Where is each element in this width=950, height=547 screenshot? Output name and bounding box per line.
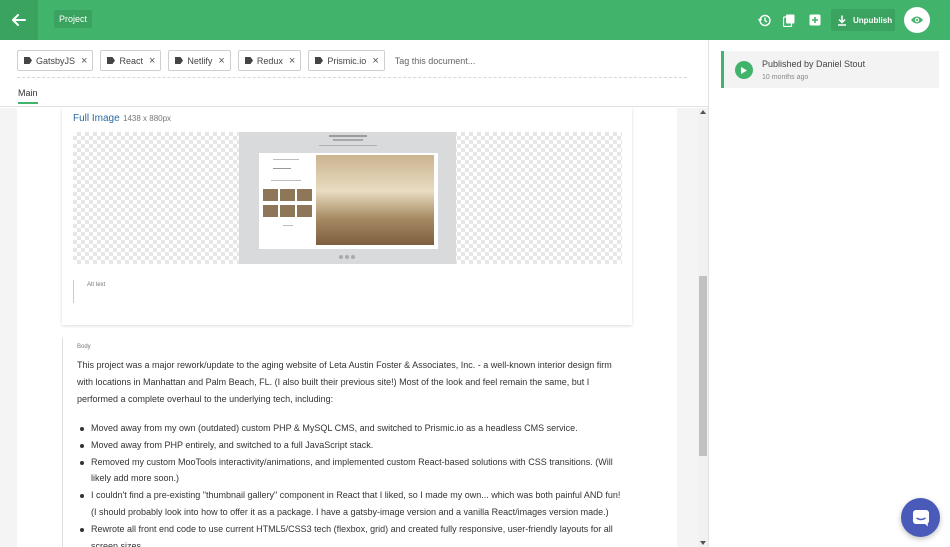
tag-label: Netlify [187,55,213,66]
duplicate-icon [783,14,795,27]
remove-tag-icon[interactable]: × [372,55,378,67]
tag-chip[interactable]: Netlify × [168,50,231,71]
add-icon [809,14,821,26]
arrow-left-icon [12,14,26,26]
document-body: Full Image 1438 x 880px Alt text Body Th… [17,108,677,547]
project-breadcrumb[interactable]: Project [54,10,93,28]
chat-button[interactable] [901,498,940,537]
body-bullet-list: Moved away from my own (outdated) custom… [77,420,622,547]
tag-input[interactable] [394,55,505,66]
tag-icon [175,57,184,64]
tags-divider [17,77,687,78]
download-icon [838,15,846,26]
remove-tag-icon[interactable]: × [289,55,295,67]
list-item[interactable]: Moved away from my own (outdated) custom… [77,420,622,437]
top-bar: Project Unpublish [0,0,950,40]
tag-chip[interactable]: Redux × [237,50,302,71]
image-dimensions: 1438 x 880px [123,114,172,123]
body-paragraph[interactable]: This project was a major rework/update t… [77,357,627,408]
tag-label: GatsbyJS [36,55,76,66]
tag-icon [315,57,324,64]
chat-icon [912,509,929,526]
image-field-title: Full Image [73,113,120,124]
status-time: 10 months ago [762,74,809,81]
tag-chip[interactable]: GatsbyJS × [17,50,94,71]
unpublish-label: Unpublish [853,15,893,25]
alt-text-input[interactable]: Alt text [87,282,105,288]
tags-row: GatsbyJS × React × Netlify × Redux × Pri… [17,50,505,71]
list-item[interactable]: Rewrote all front end code to use curren… [77,521,622,547]
image-field: Full Image 1438 x 880px Alt text [62,108,632,325]
tag-icon [107,57,116,64]
unpublish-button[interactable]: Unpublish [831,9,895,31]
website-screenshot-image [239,132,456,264]
body-field-label: Body [77,344,91,350]
scrollbar-thumb[interactable] [699,276,707,456]
body-field: Body This project was a major rework/upd… [62,338,632,547]
scroll-down-icon[interactable] [700,541,706,545]
history-icon [757,14,771,26]
list-item[interactable]: Removed my custom MooTools interactivity… [77,454,622,488]
content-scrollbar[interactable] [698,108,708,547]
publish-status-card[interactable]: Published by Daniel Stout 10 months ago [721,51,939,88]
alt-text-divider [73,280,74,303]
eye-icon [911,16,923,24]
preview-button[interactable] [904,7,930,33]
remove-tag-icon[interactable]: × [218,55,224,67]
back-button[interactable] [0,0,38,40]
panel-divider [708,40,709,547]
tag-icon [24,57,32,64]
tag-chip[interactable]: React × [100,50,162,71]
status-title: Published by Daniel Stout [762,59,866,69]
history-button[interactable] [756,12,772,28]
remove-tag-icon[interactable]: × [149,55,155,67]
tab-main[interactable]: Main [18,88,38,104]
add-button[interactable] [807,12,823,28]
duplicate-button[interactable] [781,12,797,28]
scroll-up-icon[interactable] [700,110,706,114]
tag-label: Redux [256,55,283,66]
list-item[interactable]: Moved away from PHP entirely, and switch… [77,437,622,454]
tag-label: Prismic.io [327,55,367,66]
list-item[interactable]: I couldn't find a pre-existing "thumbnai… [77,487,622,521]
tag-label: React [119,55,143,66]
tag-chip[interactable]: Prismic.io × [308,50,385,71]
tag-icon [244,57,253,64]
document-header: GatsbyJS × React × Netlify × Redux × Pri… [0,40,708,107]
remove-tag-icon[interactable]: × [81,55,87,67]
editor-content: Full Image 1438 x 880px Alt text Body Th… [0,108,698,547]
play-icon [735,61,753,79]
image-preview[interactable] [73,132,622,264]
